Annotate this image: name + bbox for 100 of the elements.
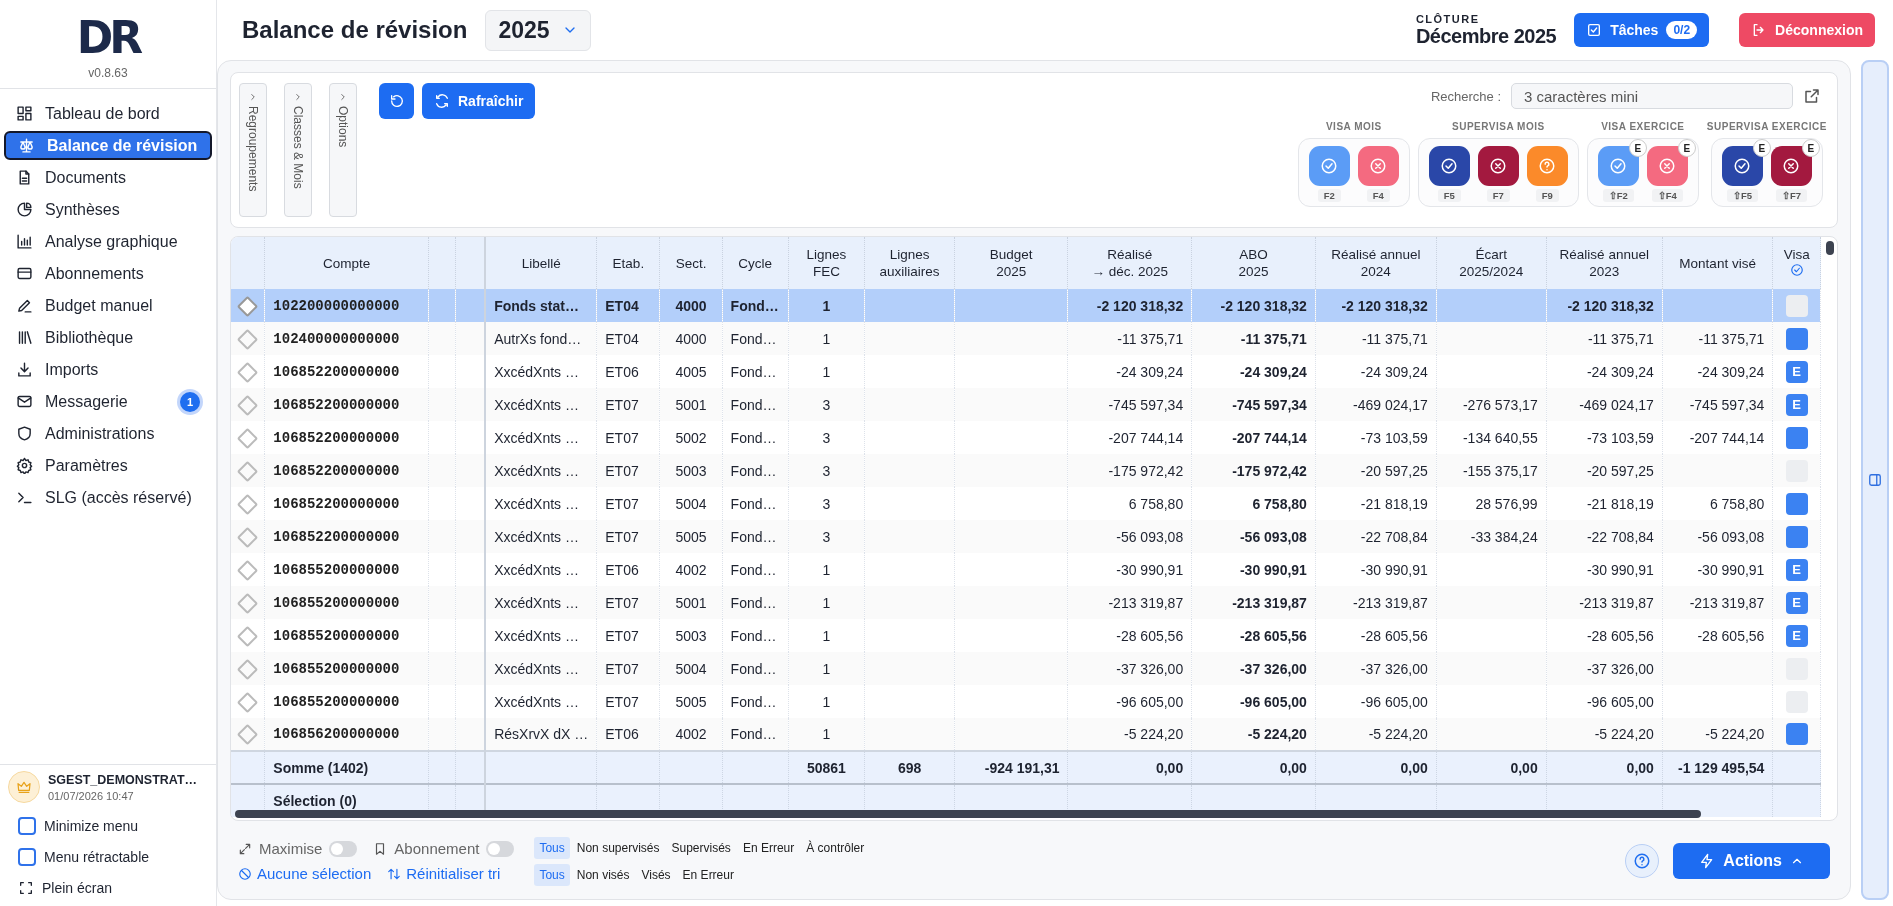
check-circle-icon xyxy=(1440,157,1459,175)
column-header[interactable]: Réalisé annuel 2023 xyxy=(1546,237,1663,289)
table-cell: -213 319,87 xyxy=(1662,586,1773,619)
column-header[interactable]: Visa xyxy=(1772,237,1821,289)
visa-button[interactable] xyxy=(1477,146,1519,186)
visa-status[interactable] xyxy=(1785,492,1808,515)
table-cell: 4000 xyxy=(660,289,723,322)
filter-chip[interactable]: Visés xyxy=(636,863,676,886)
filter-chip[interactable]: Tous xyxy=(534,863,570,886)
search-field[interactable]: 3 caractères mini xyxy=(1511,83,1793,109)
visa-status[interactable]: E xyxy=(1785,624,1808,647)
tasks-button[interactable]: Tâches 0/2 xyxy=(1574,13,1710,47)
checkbox-icon xyxy=(1586,22,1603,38)
table-row[interactable]: 106852200000000 XxcédXnts … ET07 5005 Fond… 3 -56 093,08 -56 093,08 -22 708,84 -33 384,24 -22 708,84 -56 093,08 xyxy=(231,520,1821,553)
panel-icon[interactable] xyxy=(1868,473,1882,487)
table-cell: 106855200000000 xyxy=(264,586,429,619)
nav-item[interactable]: SLG (accès réservé) xyxy=(4,483,212,512)
reset-button[interactable] xyxy=(379,83,414,119)
table-row[interactable]: 102400000000000 AutrXs fond… ET04 4000 Fond… 1 -11 375,71 -11 375,71 -11 375,71 -11 375,71 -11 375,71 xyxy=(231,322,1821,355)
check-circle-icon xyxy=(1320,157,1339,175)
filter-chip[interactable]: Supervisés xyxy=(666,836,736,859)
column-header[interactable]: Montant visé xyxy=(1662,237,1773,289)
column-header[interactable]: Sect. xyxy=(660,237,723,289)
visa-status[interactable] xyxy=(1785,426,1808,449)
nav-item[interactable]: Tableau de bord xyxy=(4,99,212,128)
dashboard-icon xyxy=(16,105,33,122)
filter-chip[interactable]: Non supervisés xyxy=(571,836,665,859)
filter-chip[interactable]: En Erreur xyxy=(677,863,739,886)
help-button[interactable] xyxy=(1625,844,1660,878)
visa-status[interactable]: E xyxy=(1785,360,1808,383)
user-name: SGEST_DEMONSTRAT… xyxy=(48,772,198,787)
toggle-switch[interactable] xyxy=(329,840,358,857)
collapsed-panel-tab[interactable]: Options xyxy=(329,83,357,217)
table-cell: XxcédXnts … xyxy=(485,652,597,685)
visa-status[interactable]: E xyxy=(1785,558,1808,581)
table-cell: -2 120 318,32 xyxy=(1315,289,1437,322)
checkbox[interactable] xyxy=(18,817,36,835)
link[interactable]: Aucune sélection xyxy=(257,865,372,882)
external-link-icon[interactable] xyxy=(1803,87,1821,105)
fullscreen-link[interactable]: Plein écran xyxy=(42,880,113,896)
nav-item[interactable]: Administrations xyxy=(4,419,212,448)
table-row[interactable]: 106855200000000 XxcédXnts … ET07 5001 Fond… 1 -213 319,87 -213 319,87 -213 319,87 -213 319,87 -213 319,87 E xyxy=(231,586,1821,619)
collapsed-panel-tab[interactable]: Regroupements xyxy=(239,83,267,217)
nav-item[interactable]: Messagerie 1 xyxy=(4,387,212,416)
fullscreen-icon[interactable] xyxy=(18,880,34,896)
visa-status[interactable] xyxy=(1785,723,1808,745)
visa-button[interactable] xyxy=(1721,146,1763,186)
toggle-switch[interactable] xyxy=(486,840,515,857)
nav-item[interactable]: Documents xyxy=(4,163,212,192)
nav-item[interactable]: Synthèses xyxy=(4,195,212,224)
actions-button[interactable]: Actions xyxy=(1673,843,1830,879)
filter-chip[interactable]: Non visés xyxy=(571,863,635,886)
logout-button[interactable]: Déconnexion xyxy=(1739,13,1875,47)
column-header[interactable]: Libellé xyxy=(485,237,597,289)
shortcut-key: F5 xyxy=(1437,189,1461,202)
column-header[interactable]: ABO 2025 xyxy=(1191,237,1316,289)
column-header[interactable]: Compte xyxy=(264,237,429,289)
table-row[interactable]: 106852200000000 XxcédXnts … ET07 5003 Fond… 3 -175 972,42 -175 972,42 -20 597,25 -155 375,17 -20 597,25 xyxy=(231,454,1821,487)
table-cell: 1 xyxy=(788,652,865,685)
refresh-button[interactable]: Rafraîchir xyxy=(422,83,536,119)
column-header[interactable]: Écart 2025/2024 xyxy=(1436,237,1547,289)
visa-button[interactable] xyxy=(1428,146,1470,186)
table-row[interactable]: 106856200000000 RésXrvX dX … ET06 4002 Fond… 1 -5 224,20 -5 224,20 -5 224,20 -5 224,20 -5 224,20 xyxy=(231,718,1821,751)
visa-status[interactable] xyxy=(1785,525,1808,548)
table-row[interactable]: 106852200000000 XxcédXnts … ET07 5001 Fond… 3 -745 597,34 -745 597,34 -469 024,17 -276 573,17 -469 024,17 -745 597,34 E xyxy=(231,388,1821,421)
nav-item[interactable]: Bibliothèque xyxy=(4,323,212,352)
horizontal-scrollbar[interactable] xyxy=(235,810,1701,818)
checkbox[interactable] xyxy=(18,848,36,866)
filter-chip[interactable]: À contrôler xyxy=(801,836,870,859)
filter-chip[interactable]: En Erreur xyxy=(737,836,800,859)
table-cell: -2 120 318,32 xyxy=(1546,289,1663,322)
column-header[interactable]: Réalisé → déc. 2025 xyxy=(1067,237,1192,289)
collapsed-panel-tab[interactable]: Classes & Mois xyxy=(284,83,312,217)
column-header[interactable]: Budget 2025 xyxy=(954,237,1068,289)
filter-chip[interactable]: Tous xyxy=(534,836,570,859)
column-header[interactable]: Réalisé annuel 2024 xyxy=(1315,237,1437,289)
link[interactable]: Réinitialiser tri xyxy=(406,865,501,882)
nav-item[interactable]: Budget manuel xyxy=(4,291,212,320)
column-header[interactable]: Lignes FEC xyxy=(788,237,865,289)
visa-button[interactable] xyxy=(1770,146,1812,186)
shortcut-key: ⇧F7 xyxy=(1775,189,1807,202)
sum-total: Somme (1402) xyxy=(273,759,369,776)
visa-status[interactable]: E xyxy=(1785,393,1808,416)
visa-status[interactable] xyxy=(1785,327,1808,350)
nav-item[interactable]: Abonnements xyxy=(4,259,212,288)
column-header[interactable]: Cycle xyxy=(722,237,789,289)
column-header[interactable]: Lignes auxiliaires xyxy=(864,237,955,289)
table-cell: -5 224,20 xyxy=(1662,718,1773,751)
table-row[interactable]: 106855200000000 XxcédXnts … ET07 5004 Fond… 1 -37 326,00 -37 326,00 -37 326,00 -37 326,00 xyxy=(231,652,1821,685)
year-select[interactable]: 2025 xyxy=(485,9,591,51)
table-cell: 5001 xyxy=(660,388,723,421)
nav-item[interactable]: Balance de révision xyxy=(4,131,212,160)
table-cell: Fond… xyxy=(722,388,789,421)
nav-item[interactable]: Paramètres xyxy=(4,451,212,480)
visa-status[interactable]: E xyxy=(1785,591,1808,614)
vertical-scrollbar[interactable] xyxy=(1826,241,1834,255)
nav-item[interactable]: Imports xyxy=(4,355,212,384)
table-row[interactable]: 102200000000000 Fonds stat… ET04 4000 Fond… 1 -2 120 318,32 -2 120 318,32 -2 120 318,32 -2 120 318,32 xyxy=(231,289,1821,322)
nav-item[interactable]: Analyse graphique xyxy=(4,227,212,256)
column-header[interactable]: Etab. xyxy=(596,237,660,289)
